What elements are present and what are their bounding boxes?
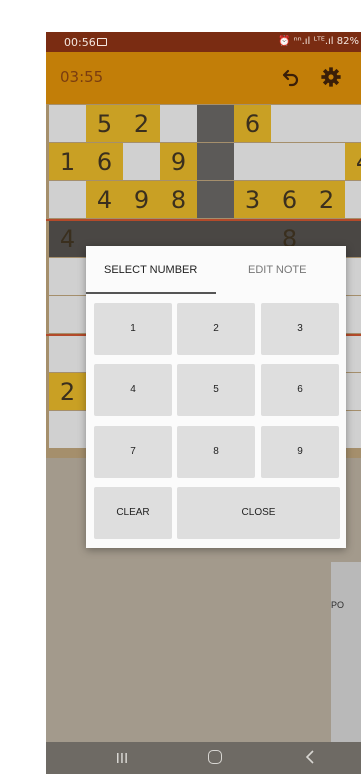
board-cell-r4c1[interactable]: 4	[49, 220, 86, 257]
number-key-9[interactable]: 9	[261, 426, 339, 478]
close-button[interactable]: CLOSE	[177, 487, 340, 539]
number-key-2[interactable]: 2	[177, 303, 255, 355]
board-cell-r2c9[interactable]: 4	[345, 143, 361, 180]
board-cell-r1c1[interactable]	[49, 105, 86, 142]
board-cell-r1c8[interactable]	[308, 105, 345, 142]
game-timer: 03:55	[60, 68, 104, 86]
number-key-8[interactable]: 8	[177, 426, 255, 478]
side-panel: PO	[331, 562, 361, 767]
board-cell-r1c3[interactable]: 2	[123, 105, 160, 142]
side-panel-label: PO	[331, 600, 345, 610]
board-cell-r1c5[interactable]	[197, 105, 234, 142]
board-cell-r3c6[interactable]: 3	[234, 181, 271, 218]
tab-edit-note[interactable]: EDIT NOTE	[248, 264, 306, 276]
number-picker-dialog: SELECT NUMBER EDIT NOTE 1 2 3 4 5 6 7 8 …	[86, 246, 346, 548]
board-cell-r6c1[interactable]	[49, 296, 86, 333]
number-key-1[interactable]: 1	[94, 303, 172, 355]
board-cell-r5c1[interactable]	[49, 258, 86, 295]
number-key-6[interactable]: 6	[261, 364, 339, 416]
number-key-7[interactable]: 7	[94, 426, 172, 478]
board-cell-r4c9[interactable]	[345, 220, 361, 257]
board-cell-r3c9[interactable]	[345, 181, 361, 218]
board-cell-r2c2[interactable]: 6	[86, 143, 123, 180]
board-cell-r1c9[interactable]	[345, 105, 361, 142]
board-cell-r8c1[interactable]: 2	[49, 373, 86, 410]
status-bar: 00:56 ⏰ ⁿⁿ.ıl ᴸᵀᴱ.ıl 82%	[46, 32, 361, 52]
board-cell-r2c7[interactable]	[271, 143, 308, 180]
board-cell-r2c4[interactable]: 9	[160, 143, 197, 180]
board-cell-r5c9[interactable]	[345, 258, 361, 295]
app-bar: 03:55	[46, 52, 361, 104]
board-cell-r3c3[interactable]: 9	[123, 181, 160, 218]
board-cell-r1c6[interactable]: 6	[234, 105, 271, 142]
board-cell-r3c8[interactable]: 2	[308, 181, 345, 218]
board-cell-r3c7[interactable]: 6	[271, 181, 308, 218]
dialog-tabs: SELECT NUMBER EDIT NOTE	[86, 246, 346, 296]
recents-icon[interactable]	[116, 753, 128, 763]
board-cell-r2c1[interactable]: 1	[49, 143, 86, 180]
back-icon[interactable]	[305, 750, 315, 764]
board-cell-r7c9[interactable]	[345, 335, 361, 372]
board-cell-r2c3[interactable]	[123, 143, 160, 180]
board-cell-r3c1[interactable]	[49, 181, 86, 218]
board-cell-r3c4[interactable]: 8	[160, 181, 197, 218]
home-icon[interactable]	[208, 750, 222, 764]
box-divider-1	[46, 219, 361, 221]
image-notification-icon	[97, 38, 107, 46]
gear-icon[interactable]	[320, 66, 342, 88]
navigation-bar	[46, 742, 361, 774]
number-key-4[interactable]: 4	[94, 364, 172, 416]
tab-select-number[interactable]: SELECT NUMBER	[104, 264, 197, 276]
board-cell-r6c9[interactable]	[345, 296, 361, 333]
board-cell-r2c6[interactable]	[234, 143, 271, 180]
board-cell-r7c1[interactable]	[49, 335, 86, 372]
undo-icon[interactable]	[278, 66, 302, 90]
board-cell-r9c9[interactable]	[345, 411, 361, 448]
board-cell-r1c7[interactable]	[271, 105, 308, 142]
board-cell-r9c1[interactable]	[49, 411, 86, 448]
board-cell-r1c2[interactable]: 5	[86, 105, 123, 142]
board-cell-r8c9[interactable]	[345, 373, 361, 410]
board-cell-r2c5[interactable]	[197, 143, 234, 180]
status-time: 00:56	[64, 36, 96, 49]
board-cell-r3c2[interactable]: 4	[86, 181, 123, 218]
board-cell-r2c8[interactable]	[308, 143, 345, 180]
board-cell-r1c4[interactable]	[160, 105, 197, 142]
number-key-3[interactable]: 3	[261, 303, 339, 355]
board-cell-r3c5[interactable]	[197, 181, 234, 218]
number-key-5[interactable]: 5	[177, 364, 255, 416]
clear-button[interactable]: CLEAR	[94, 487, 172, 539]
tab-indicator	[86, 292, 216, 294]
status-indicators: ⏰ ⁿⁿ.ıl ᴸᵀᴱ.ıl 82%	[278, 36, 359, 47]
